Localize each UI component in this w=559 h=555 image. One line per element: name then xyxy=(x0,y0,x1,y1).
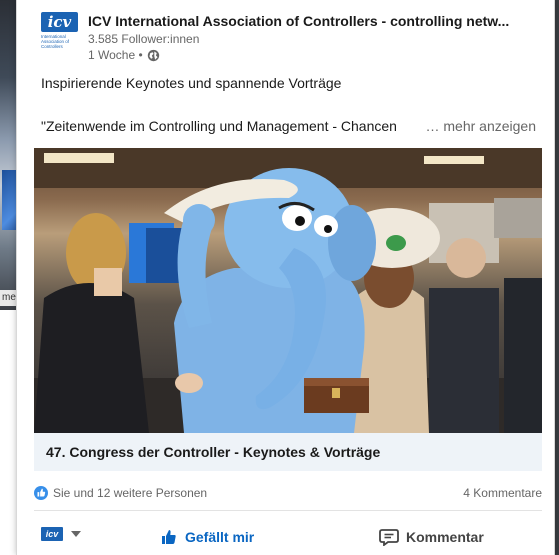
post-text-line: "Zeitenwende im Controlling und Manageme… xyxy=(41,118,397,134)
link-preview-title[interactable]: 47. Congress der Controller - Keynotes &… xyxy=(46,444,380,460)
reactions-text: Sie und 12 weitere Personen xyxy=(53,486,208,500)
post-time-text: 1 Woche • xyxy=(88,48,143,62)
actor-switcher[interactable]: icv xyxy=(41,527,81,541)
see-more-link[interactable]: … mehr anzeigen xyxy=(421,118,536,134)
action-divider xyxy=(34,510,542,511)
post-time: 1 Woche • xyxy=(88,48,160,62)
company-logo-mark: icv xyxy=(41,12,78,32)
company-logo-subtext: International Association of Controllers xyxy=(41,34,70,49)
reactions-summary[interactable]: Sie und 12 weitere Personen xyxy=(34,486,207,500)
like-reaction-icon xyxy=(34,486,48,500)
thumbs-up-icon xyxy=(162,530,176,544)
post-text-line: Inspirierende Keynotes und spannende Vor… xyxy=(41,75,342,91)
globe-icon xyxy=(147,49,159,61)
link-preview[interactable]: 47. Congress der Controller - Keynotes &… xyxy=(34,433,542,471)
post-image[interactable] xyxy=(34,148,542,433)
like-button[interactable]: Gefällt mir xyxy=(160,528,254,546)
comments-count[interactable]: 4 Kommentare xyxy=(463,486,542,500)
comment-button[interactable]: Kommentar xyxy=(379,528,484,546)
post-image-illustration xyxy=(34,148,542,433)
actor-logo: icv xyxy=(41,527,63,541)
chevron-down-icon xyxy=(71,531,81,537)
follower-count: 3.585 Follower:innen xyxy=(88,32,200,46)
author-name[interactable]: ICV International Association of Control… xyxy=(88,13,538,29)
like-button-label: Gefällt mir xyxy=(185,529,255,545)
feed-post-card: icv International Association of Control… xyxy=(16,0,555,555)
comment-icon xyxy=(379,529,399,546)
company-logo[interactable]: icv International Association of Control… xyxy=(41,12,78,54)
comment-button-label: Kommentar xyxy=(406,529,484,545)
